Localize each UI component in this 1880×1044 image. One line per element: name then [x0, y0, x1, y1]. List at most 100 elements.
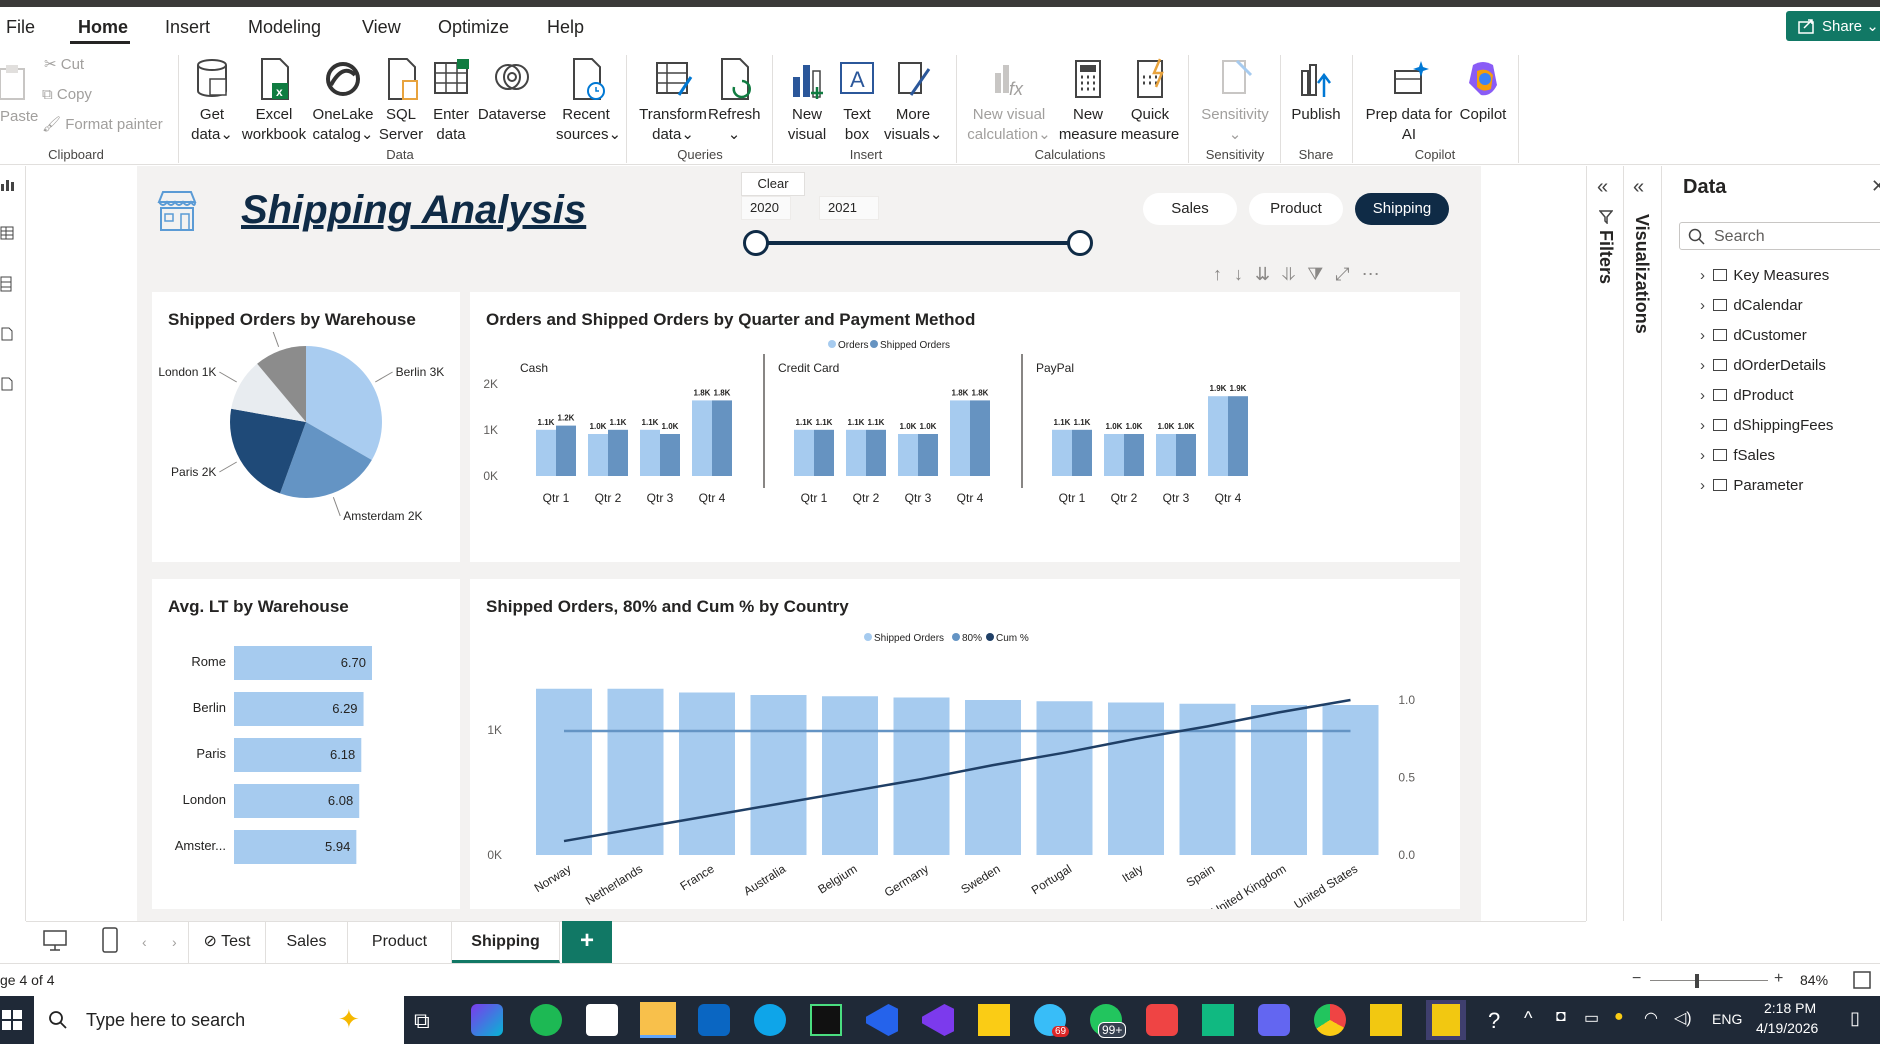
copy-button[interactable]: ⧉ Copy — [42, 85, 172, 105]
data-table-item[interactable]: › Parameter — [1700, 477, 1803, 494]
new-visual-calculation-button[interactable]: fx New visual calculation⌄ — [964, 57, 1054, 145]
data-table-item[interactable]: › dOrderDetails — [1700, 357, 1826, 374]
powerbi-active-app-icon[interactable] — [1426, 1000, 1466, 1040]
refresh-button[interactable]: Refresh ⌄ — [708, 57, 761, 145]
expand-chevron-icon[interactable]: › — [1700, 267, 1713, 284]
tmdl-view-icon[interactable] — [0, 376, 14, 392]
page-tab-sales[interactable]: Sales — [266, 921, 348, 963]
outlook-app-icon[interactable] — [698, 1004, 730, 1036]
zoom-out-icon[interactable]: − — [1632, 970, 1641, 988]
close-data-pane-icon[interactable]: ✕ — [1871, 176, 1880, 197]
zoom-slider-thumb[interactable] — [1695, 974, 1699, 988]
desktop-layout-icon[interactable] — [42, 928, 68, 954]
expand-chevron-icon[interactable]: › — [1700, 297, 1713, 314]
taskbar-search[interactable]: Type here to search ✦ — [34, 996, 404, 1044]
avg-lt-chart[interactable]: Rome 6.70 Berlin 6.29 Paris 6.18 London 6.08 Ams… — [152, 619, 460, 909]
sensitivity-button[interactable]: Sensitivity ⌄ — [1196, 57, 1274, 145]
page-tab-product[interactable]: Product — [348, 921, 452, 963]
expand-hierarchy-icon[interactable]: ⥥ — [1282, 264, 1307, 284]
powerbi-app-icon[interactable] — [1370, 1004, 1402, 1036]
battery-icon[interactable]: ▭ — [1584, 1008, 1599, 1028]
menu-home[interactable]: Home — [78, 17, 128, 38]
dax-query-icon[interactable] — [0, 326, 14, 342]
collapse-visualizations-icon[interactable]: « — [1633, 176, 1644, 199]
prep-data-ai-button[interactable]: Prep data for AI — [1362, 57, 1456, 145]
text-box-button[interactable]: A Text box — [834, 57, 880, 145]
new-visual-button[interactable]: New visual — [782, 57, 832, 145]
volume-icon[interactable]: ◁) — [1674, 1008, 1692, 1028]
nav-sales-button[interactable]: Sales — [1143, 193, 1237, 225]
transform-data-button[interactable]: Transform data⌄ — [636, 57, 710, 145]
expand-chevron-icon[interactable]: › — [1700, 327, 1713, 344]
spotify-app-icon[interactable] — [530, 1004, 562, 1036]
expand-chevron-icon[interactable]: › — [1700, 387, 1713, 404]
recent-sources-button[interactable]: Recent sources⌄ — [556, 57, 621, 145]
menu-file[interactable]: File — [6, 17, 35, 38]
clock-time[interactable]: 2:18 PM — [1764, 1000, 1816, 1016]
pycharm-app-icon[interactable] — [810, 1004, 842, 1036]
m365-app-icon[interactable] — [471, 1004, 503, 1036]
file-explorer-app-icon[interactable] — [640, 1002, 676, 1038]
page-tab-shipping[interactable]: Shipping — [452, 921, 560, 963]
model-view-icon[interactable] — [0, 276, 14, 292]
windows-start-icon[interactable] — [2, 1010, 22, 1030]
country-chart[interactable]: Shipped Orders 80% Cum % 1K 0K 1.0 0.5 0.0 Norwa… — [470, 619, 1460, 909]
dataverse-button[interactable]: Dataverse — [476, 57, 548, 125]
more-visuals-button[interactable]: More visuals⌄ — [884, 57, 942, 145]
end-year-input[interactable]: 2021 — [819, 196, 879, 220]
expand-next-level-icon[interactable]: ⇊ — [1255, 264, 1282, 284]
notes-app-icon[interactable] — [978, 1004, 1010, 1036]
chrome-app-icon[interactable] — [1314, 1004, 1346, 1036]
collapse-filters-icon[interactable]: « — [1597, 176, 1608, 199]
data-table-item[interactable]: › dShippingFees — [1700, 417, 1833, 434]
data-table-item[interactable]: › dProduct — [1700, 387, 1793, 404]
data-table-item[interactable]: › Key Measures — [1700, 267, 1829, 284]
start-year-input[interactable]: 2020 — [741, 196, 791, 220]
menu-view[interactable]: View — [362, 17, 401, 38]
add-page-button[interactable]: + — [562, 921, 612, 963]
drill-down-icon[interactable]: ↓ — [1234, 264, 1255, 284]
task-view-icon[interactable]: ⧉ — [414, 1008, 430, 1034]
slider-start-handle[interactable] — [743, 230, 769, 256]
nav-shipping-button[interactable]: Shipping — [1355, 193, 1449, 225]
tray-app-icon[interactable]: ● — [1614, 1008, 1624, 1026]
clear-button[interactable]: Clear — [741, 172, 805, 196]
expand-chevron-icon[interactable]: › — [1700, 417, 1713, 434]
clock-date[interactable]: 4/19/2026 — [1756, 1020, 1818, 1036]
slider-end-handle[interactable] — [1067, 230, 1093, 256]
menu-modeling[interactable]: Modeling — [248, 17, 321, 38]
get-data-button[interactable]: Get data⌄ — [184, 57, 240, 145]
data-table-item[interactable]: › fSales — [1700, 447, 1775, 464]
webcam-icon[interactable]: ◘ — [1556, 1008, 1566, 1026]
expand-chevron-icon[interactable]: › — [1700, 447, 1713, 464]
zoom-in-icon[interactable]: + — [1774, 970, 1783, 988]
sql-server-button[interactable]: SQL Server — [378, 57, 424, 145]
show-hidden-icons[interactable]: ^ — [1524, 1008, 1532, 1029]
teams-app-icon[interactable] — [1258, 1004, 1290, 1036]
visual-studio-app-icon[interactable] — [922, 1004, 954, 1036]
expand-chevron-icon[interactable]: › — [1700, 477, 1713, 494]
onelake-catalog-button[interactable]: OneLake catalog⌄ — [308, 57, 378, 145]
new-measure-button[interactable]: New measure — [1058, 57, 1118, 145]
zoom-slider[interactable] — [1650, 980, 1768, 981]
data-table-item[interactable]: › dCustomer — [1700, 327, 1807, 344]
excel-app-icon[interactable] — [1202, 1004, 1234, 1036]
filters-pane-tab[interactable]: Filters — [1595, 230, 1616, 284]
share-button[interactable]: Share ⌄ — [1786, 11, 1880, 41]
fit-to-page-icon[interactable] — [1852, 970, 1872, 990]
menu-optimize[interactable]: Optimize — [438, 17, 509, 38]
focus-mode-icon[interactable]: ⤢ — [1335, 264, 1361, 284]
vscode-app-icon[interactable] — [866, 1004, 898, 1036]
next-page-icon[interactable]: › — [172, 934, 177, 950]
enter-data-button[interactable]: Enter data — [428, 57, 474, 145]
quarter-chart[interactable]: Orders Shipped Orders2K1K0KCash1.1K 1.2KQt… — [470, 332, 1460, 562]
table-view-icon[interactable] — [0, 226, 14, 240]
mobile-layout-icon[interactable] — [100, 926, 120, 954]
edge-app-icon[interactable] — [754, 1004, 786, 1036]
menu-help[interactable]: Help — [547, 17, 584, 38]
visualizations-pane-tab[interactable]: Visualizations — [1631, 214, 1652, 334]
cut-button[interactable]: ✂ Cut — [44, 55, 174, 75]
office-app-icon[interactable] — [1146, 1004, 1178, 1036]
prev-page-icon[interactable]: ‹ — [142, 934, 147, 950]
paste-button[interactable]: Paste — [0, 59, 38, 127]
